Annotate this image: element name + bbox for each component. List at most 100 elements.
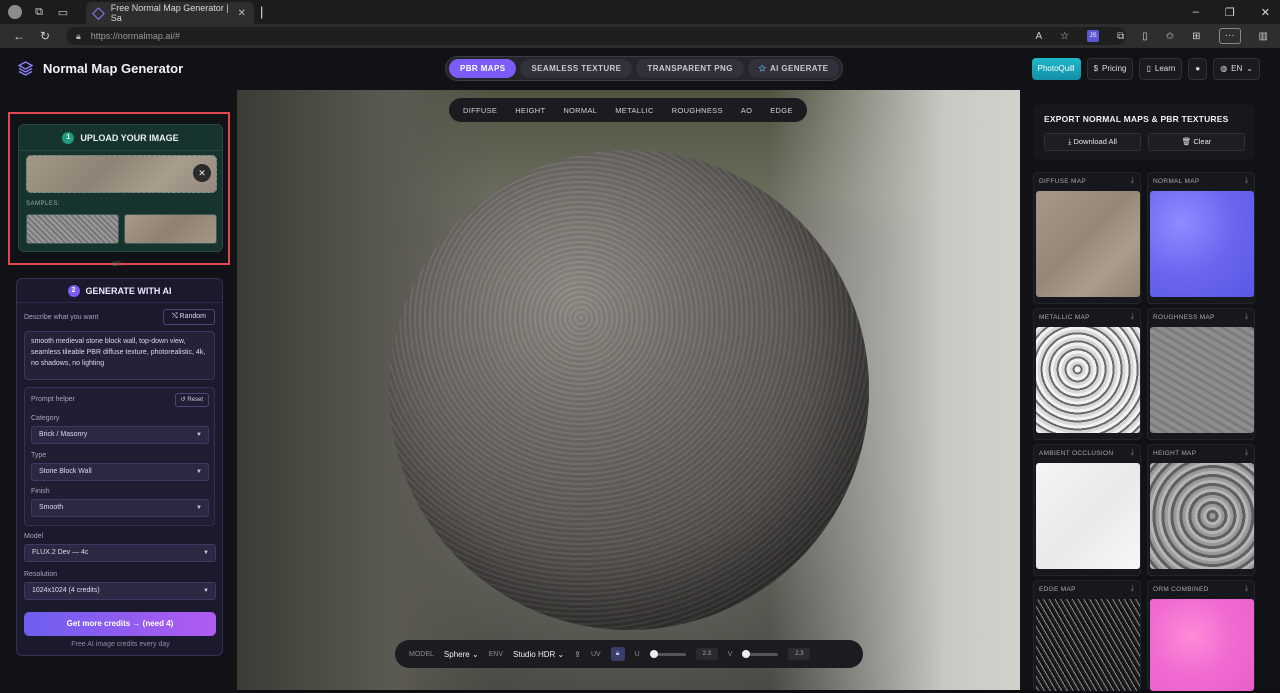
shuffle-icon: ⤭ [171,313,180,320]
tab-edge[interactable]: EDGE [762,106,800,115]
github-button[interactable]: ● [1188,58,1208,80]
more-menu-icon[interactable]: ··· [1218,28,1241,44]
map-card-normal[interactable]: NORMAL MAP ⤓ [1147,172,1255,304]
upload-dropzone[interactable]: ✕ [26,155,217,193]
download-icon[interactable]: ⤓ [1245,585,1248,593]
map-card-ao[interactable]: AMBIENT OCCLUSION ⤓ [1033,444,1141,576]
caret-down-icon: ▼ [196,469,202,475]
model-dropdown-value: Sphere [443,649,470,659]
pricing-button[interactable]: $ Pricing [1086,58,1134,80]
back-icon[interactable]: ← [12,29,26,43]
map-thumbnail[interactable] [1036,327,1140,433]
close-window-icon[interactable]: ✕ [1261,6,1270,19]
map-label: AMBIENT OCCLUSION [1039,450,1114,457]
browser-tab[interactable]: Free Normal Map Generator | Sa ✕ [86,2,254,24]
learn-button[interactable]: ▯ Learn [1139,58,1183,80]
favorite-star-icon[interactable]: ☆ [1060,31,1069,42]
extensions-icon[interactable]: ⧉ [1117,31,1124,42]
u-value-input[interactable]: 2.3 [695,648,718,660]
get-credits-button[interactable]: Get more credits → (need 4) [24,612,216,636]
map-card-diffuse[interactable]: DIFFUSE MAP ⤓ [1033,172,1141,304]
uv-lock-icon[interactable]: 🔒︎ [610,647,625,661]
map-card-edge[interactable]: EDGE MAP ⤓ [1033,580,1141,691]
download-icon[interactable]: ⤓ [1131,449,1134,457]
env-dropdown[interactable]: Studio HDR ⌄ [513,650,564,659]
sample-thumbnail[interactable] [124,214,217,244]
download-all-button[interactable]: ⤓ Download All [1044,133,1141,151]
tab-ao[interactable]: AO [733,106,760,115]
model-select[interactable]: FLUX.2 Dev — 4c ▼ [24,544,216,562]
mode-transparent-png[interactable]: TRANSPARENT PNG [636,59,744,78]
download-icon[interactable]: ⤓ [1131,585,1134,593]
favorites-icon[interactable]: ✩ [1166,31,1174,42]
uv-control-label: UV [590,650,601,658]
finish-value: Smooth [39,504,64,511]
address-bar[interactable]: 🔒︎ https://normalmap.ai/# [66,27,1126,45]
random-button[interactable]: ⤭ Random [162,309,215,325]
clear-button[interactable]: 🗑︎ Clear [1148,133,1245,151]
map-card-orm[interactable]: ORM COMBINED ⤓ [1147,580,1255,691]
map-thumbnail[interactable] [1150,463,1254,569]
remove-image-icon[interactable]: ✕ [193,164,211,182]
download-icon[interactable]: ⤓ [1245,177,1248,185]
download-icon[interactable]: ⤓ [1131,177,1134,185]
slider-handle[interactable] [649,649,658,658]
u-slider[interactable] [649,649,686,658]
pricing-label: Pricing [1102,64,1127,73]
finish-select[interactable]: Smooth ▼ [31,499,209,517]
map-thumbnail[interactable] [1150,191,1254,297]
v-value-input[interactable]: 2.3 [788,648,811,660]
tab-actions-icon[interactable]: ▭ [56,5,70,19]
model-dropdown[interactable]: Sphere ⌄ [444,650,479,659]
collections-icon[interactable]: ⊞ [1192,31,1200,42]
split-screen-icon[interactable]: ▯ [1142,31,1148,42]
app-logo[interactable]: Normal Map Generator [17,61,183,76]
map-card-height[interactable]: HEIGHT MAP ⤓ [1147,444,1255,576]
resolution-select[interactable]: 1024x1024 (4 credits) ▼ [24,582,216,600]
language-select[interactable]: ◍ EN ⌄ [1213,58,1260,80]
refresh-icon[interactable]: ↻ [38,29,52,43]
extension-icon[interactable]: JS [1087,30,1100,42]
read-aloud-icon[interactable]: A [1035,31,1042,42]
3d-viewport[interactable]: DIFFUSE HEIGHT NORMAL METALLIC ROUGHNESS… [237,90,1020,690]
map-thumbnail[interactable] [1036,191,1140,297]
map-thumbnail[interactable] [1150,327,1254,433]
minimize-icon[interactable]: – [1193,6,1199,18]
download-icon[interactable]: ⤓ [1245,449,1248,457]
type-select[interactable]: Stone Block Wall ▼ [31,463,209,481]
download-icon[interactable]: ⤓ [1131,313,1134,321]
sample-thumbnail[interactable] [26,214,119,244]
map-thumbnail[interactable] [1150,599,1254,691]
map-card-roughness[interactable]: ROUGHNESS MAP ⤓ [1147,308,1255,440]
restore-icon[interactable]: ❐ [1225,6,1235,19]
reset-button[interactable]: ↺ Reset [174,393,209,407]
tab-close-icon[interactable]: ✕ [238,8,246,19]
upload-hdr-icon[interactable]: ⇪ [574,650,581,659]
tab-normal[interactable]: NORMAL [555,106,605,115]
map-thumbnail[interactable] [1036,463,1140,569]
v-slider[interactable] [742,649,779,658]
category-select[interactable]: Brick / Masonry ▼ [31,426,209,444]
download-all-label: Download All [1073,137,1117,146]
tab-height[interactable]: HEIGHT [507,106,553,115]
mode-pbr-maps[interactable]: PBR MAPS [449,59,517,78]
new-tab-button[interactable]: | [260,4,263,19]
map-card-metallic[interactable]: METALLIC MAP ⤓ [1033,308,1141,440]
sidebar-toggle-icon[interactable]: ▥ [1259,31,1268,42]
mode-ai-generate[interactable]: ✩ AI GENERATE [747,59,840,78]
prompt-textarea[interactable]: smooth medieval stone block wall, top-do… [24,331,215,380]
upload-highlight: 1 UPLOAD YOUR IMAGE ✕ SAMPLES: [8,112,230,265]
slider-handle[interactable] [742,649,751,658]
tab-diffuse[interactable]: DIFFUSE [455,106,505,115]
profile-avatar[interactable] [8,5,22,19]
map-tabs: DIFFUSE HEIGHT NORMAL METALLIC ROUGHNESS… [449,98,807,122]
preview-sphere[interactable] [389,150,869,630]
photoquill-button[interactable]: PhotoQuill [1031,58,1081,80]
mode-seamless-texture[interactable]: SEAMLESS TEXTURE [520,59,633,78]
map-thumbnail[interactable] [1036,599,1140,691]
workspaces-icon[interactable]: ⧉ [32,5,46,19]
tab-metallic[interactable]: METALLIC [607,106,662,115]
chevron-down-icon: ⌄ [471,649,479,659]
tab-roughness[interactable]: ROUGHNESS [664,106,731,115]
download-icon[interactable]: ⤓ [1245,313,1248,321]
